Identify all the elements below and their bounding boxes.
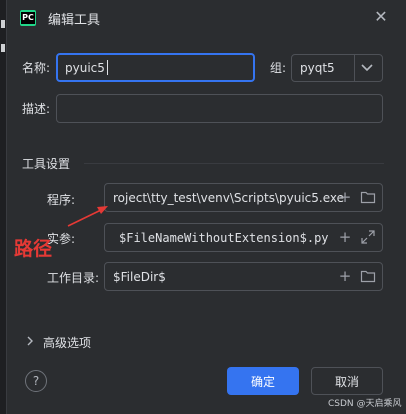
chevron-down-icon[interactable] bbox=[360, 62, 374, 74]
pycharm-logo-icon: PC bbox=[20, 10, 36, 26]
tool-settings-heading: 工具设置 bbox=[22, 157, 71, 171]
cancel-button[interactable]: 取消 bbox=[311, 367, 383, 395]
name-field[interactable]: pyuic5 bbox=[56, 53, 255, 82]
text-caret bbox=[106, 60, 108, 75]
description-field[interactable] bbox=[56, 94, 383, 123]
help-icon[interactable]: ? bbox=[25, 370, 47, 392]
ok-button[interactable]: 确定 bbox=[227, 367, 299, 395]
watermark: CSDN @天启乘风 bbox=[328, 399, 402, 409]
group-label: 组: bbox=[270, 61, 287, 75]
name-field-value: pyuic5 bbox=[65, 60, 105, 75]
arguments-field-value: $FileNameWithoutExtension$.py bbox=[119, 230, 329, 245]
program-label: 程序: bbox=[47, 193, 76, 207]
plus-icon[interactable]: + bbox=[337, 229, 353, 245]
select-divider bbox=[354, 55, 355, 81]
chevron-right-icon[interactable] bbox=[25, 335, 35, 347]
group-select[interactable]: pyqt5 bbox=[291, 54, 383, 82]
description-label: 描述: bbox=[22, 102, 51, 116]
name-label: 名称: bbox=[22, 61, 51, 75]
expand-icon[interactable] bbox=[360, 229, 376, 245]
folder-icon[interactable] bbox=[360, 190, 376, 204]
background-window-mark bbox=[1, 44, 5, 52]
annotation-label: 路径 bbox=[14, 238, 53, 260]
folder-icon[interactable] bbox=[360, 269, 376, 283]
program-field-value: roject\tty_test\venv\Scripts\pyuic5.exe bbox=[113, 190, 344, 205]
advanced-options-toggle[interactable]: 高级选项 bbox=[43, 334, 91, 351]
section-separator bbox=[84, 163, 384, 164]
close-icon[interactable]: ✕ bbox=[370, 6, 392, 28]
plus-icon[interactable]: + bbox=[337, 189, 353, 205]
working-dir-label: 工作目录: bbox=[47, 271, 100, 285]
dialog-title: 编辑工具 bbox=[48, 13, 101, 28]
group-select-value: pyqt5 bbox=[300, 61, 335, 75]
working-dir-field-value: $FileDir$ bbox=[113, 269, 166, 284]
background-window-mark bbox=[1, 20, 5, 28]
plus-icon[interactable]: + bbox=[337, 268, 353, 284]
